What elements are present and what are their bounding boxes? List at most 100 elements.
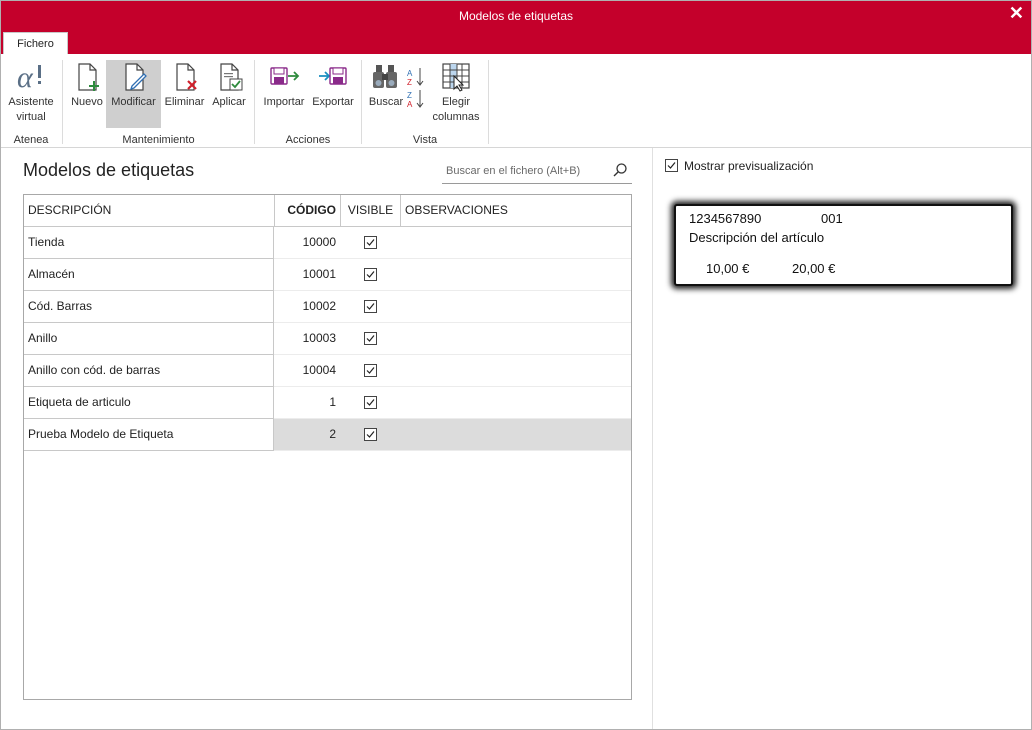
group-vista: Buscar A Z Z A Elegir columnas Vista	[362, 54, 488, 148]
cell-visible	[340, 419, 400, 450]
page-title: Modelos de etiquetas	[23, 160, 195, 180]
visible-checkbox[interactable]	[364, 332, 377, 345]
ribbon-tabstrip: Fichero	[0, 32, 1032, 54]
table-row[interactable]: Anillo 10003	[24, 323, 631, 355]
asistente-virtual-button[interactable]: α Asistente virtual	[3, 60, 59, 128]
visible-checkbox[interactable]	[364, 300, 377, 313]
edit-document-icon	[124, 63, 147, 91]
cell-descripcion: Prueba Modelo de Etiqueta	[24, 419, 274, 451]
new-document-icon	[78, 63, 99, 91]
table-row[interactable]: Anillo con cód. de barras 10004	[24, 355, 631, 387]
cell-visible	[340, 227, 400, 258]
check-icon	[366, 271, 375, 278]
panel-divider	[652, 148, 653, 730]
cell-codigo: 10003	[302, 331, 336, 345]
importar-button[interactable]: Importar	[260, 60, 308, 128]
check-icon	[366, 431, 375, 438]
buscar-button[interactable]: Buscar	[366, 60, 406, 128]
svg-text:A: A	[407, 100, 413, 109]
cell-codigo: 10004	[302, 363, 336, 377]
check-icon	[366, 367, 375, 374]
elegir-columnas-button[interactable]: Elegir columnas	[428, 60, 484, 128]
check-icon	[366, 303, 375, 310]
cell-codigo: 10002	[302, 299, 336, 313]
table-row[interactable]: Tienda 10000	[24, 227, 631, 259]
cell-codigo: 1	[329, 395, 336, 409]
table-row[interactable]: Almacén 10001	[24, 259, 631, 291]
search-icon[interactable]	[612, 162, 628, 178]
title-bar: Modelos de etiquetas ✕	[0, 0, 1032, 32]
cell-visible	[340, 387, 400, 418]
cell-descripcion: Cód. Barras	[24, 291, 274, 323]
columns-icon	[442, 63, 470, 92]
ribbon: α Asistente virtual Atenea Nuevo Modific…	[0, 54, 1032, 148]
eliminar-button[interactable]: Eliminar	[162, 60, 207, 128]
svg-text:α: α	[17, 62, 34, 92]
column-header-observaciones[interactable]: OBSERVACIONES	[400, 195, 631, 226]
visible-checkbox[interactable]	[364, 268, 377, 281]
ribbon-separator	[488, 60, 489, 144]
sort-az-icon: A Z Z A	[407, 68, 424, 109]
preview-precio-1: 10,00 €	[706, 261, 750, 276]
tab-fichero[interactable]: Fichero	[3, 32, 68, 54]
modificar-button[interactable]: Modificar	[106, 60, 161, 128]
column-header-visible[interactable]: VISIBLE	[340, 195, 400, 226]
export-icon	[319, 67, 347, 85]
eliminar-label: Eliminar	[164, 96, 205, 108]
group-title-mantenimiento: Mantenimiento	[122, 134, 195, 146]
table-row[interactable]: Cód. Barras 10002	[24, 291, 631, 323]
visible-checkbox[interactable]	[364, 364, 377, 377]
visible-checkbox[interactable]	[364, 428, 377, 441]
cell-descripcion: Anillo	[24, 323, 274, 355]
group-title-vista: Vista	[412, 134, 438, 146]
visible-checkbox[interactable]	[364, 396, 377, 409]
exportar-label: Exportar	[312, 96, 354, 108]
cell-visible	[340, 259, 400, 290]
table-header: DESCRIPCIÓN CÓDIGO VISIBLE OBSERVACIONES	[24, 195, 631, 227]
column-header-codigo[interactable]: CÓDIGO	[274, 195, 340, 226]
group-mantenimiento: Nuevo Modificar Eliminar Aplicar Manteni…	[63, 54, 254, 148]
group-title-atenea: Atenea	[13, 134, 49, 146]
aplicar-button[interactable]: Aplicar	[208, 60, 250, 128]
importar-label: Importar	[263, 96, 305, 108]
close-icon[interactable]: ✕	[1009, 3, 1024, 24]
preview-numero: 001	[821, 211, 843, 226]
show-preview-label: Mostrar previsualización	[684, 159, 814, 173]
search-input[interactable]	[446, 162, 606, 180]
cell-visible	[340, 355, 400, 386]
sort-button[interactable]: A Z Z A	[406, 60, 426, 118]
svg-text:Z: Z	[407, 78, 412, 87]
alpha-icon: α	[17, 62, 41, 92]
visible-checkbox[interactable]	[364, 236, 377, 249]
label-preview: 1234567890 001 Descripción del artículo …	[674, 204, 1013, 286]
cell-descripcion: Tienda	[24, 227, 274, 259]
apply-document-icon	[220, 63, 243, 91]
group-acciones: Importar Exportar Acciones	[255, 54, 361, 148]
nuevo-button[interactable]: Nuevo	[68, 60, 106, 128]
buscar-label: Buscar	[368, 96, 404, 108]
exportar-button[interactable]: Exportar	[309, 60, 357, 128]
cell-descripcion: Anillo con cód. de barras	[24, 355, 274, 387]
check-icon	[366, 399, 375, 406]
modificar-label: Modificar	[111, 96, 156, 108]
window-title: Modelos de etiquetas	[458, 9, 574, 23]
svg-text:A: A	[407, 69, 413, 78]
check-icon	[366, 335, 375, 342]
cell-codigo: 10000	[302, 235, 336, 249]
check-icon	[667, 162, 676, 169]
show-preview-checkbox[interactable]	[665, 159, 678, 172]
asistente-label: Asistente virtual	[8, 96, 54, 123]
import-icon	[270, 67, 300, 85]
table-row-selected[interactable]: Prueba Modelo de Etiqueta 2	[24, 419, 631, 451]
cell-visible	[340, 323, 400, 354]
cell-descripcion: Almacén	[24, 259, 274, 291]
aplicar-label: Aplicar	[212, 96, 246, 108]
labels-table: DESCRIPCIÓN CÓDIGO VISIBLE OBSERVACIONES…	[23, 194, 632, 700]
elegir-columnas-label: Elegir columnas	[432, 96, 480, 123]
group-title-acciones: Acciones	[285, 134, 331, 146]
search-box	[442, 158, 632, 184]
column-header-descripcion[interactable]: DESCRIPCIÓN	[28, 195, 273, 226]
preview-precio-2: 20,00 €	[792, 261, 836, 276]
preview-descripcion: Descripción del artículo	[689, 230, 825, 245]
table-row[interactable]: Etiqueta de articulo 1	[24, 387, 631, 419]
